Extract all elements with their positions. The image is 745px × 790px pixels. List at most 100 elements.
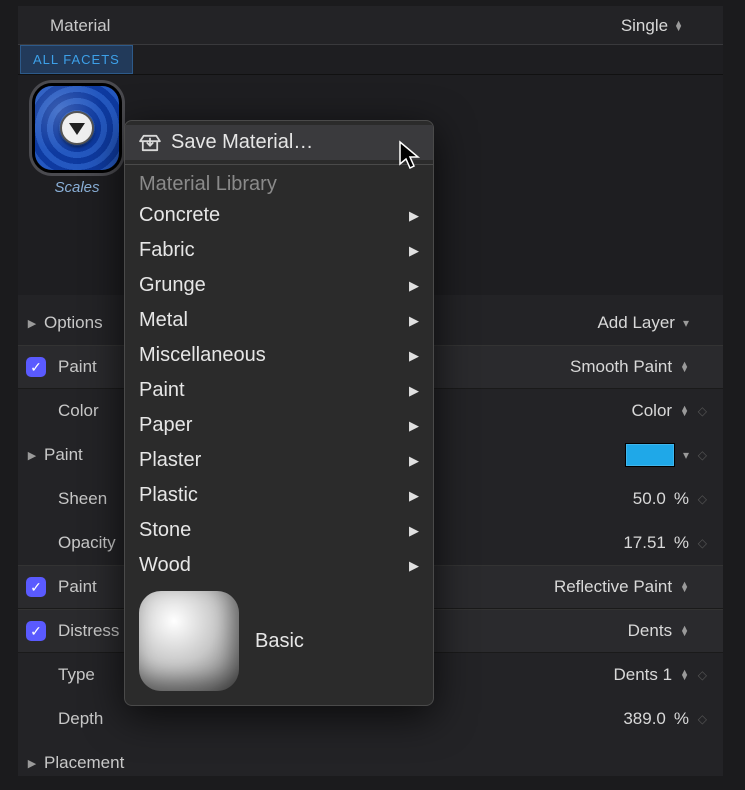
updown-icon: ▲▼ (680, 362, 689, 372)
depth-label: Depth (58, 709, 103, 729)
keyframe-diamond-icon[interactable]: ◇ (698, 712, 707, 726)
menu-item-label: Wood (139, 554, 191, 577)
menu-item-category[interactable]: Plastic ▶ (125, 478, 433, 513)
tab-all-facets[interactable]: ALL FACETS (20, 45, 133, 74)
menu-item-category[interactable]: Wood ▶ (125, 548, 433, 583)
paint-1-value-popup[interactable]: Smooth Paint ▲▼ (570, 357, 713, 377)
menu-item-basic[interactable]: Basic (125, 583, 433, 691)
paint-2-value-popup[interactable]: Reflective Paint ▲▼ (554, 577, 713, 597)
material-label: Material (50, 16, 110, 36)
keyframe-diamond-icon[interactable]: ◇ (698, 668, 707, 682)
percent-unit: % (674, 709, 689, 729)
color-mode-value: Color (631, 401, 672, 421)
checkbox-paint-1[interactable]: ✓ (26, 357, 46, 377)
distress-value-popup[interactable]: Dents ▲▼ (628, 621, 713, 641)
checkbox-distress[interactable]: ✓ (26, 621, 46, 641)
menu-item-label: Paper (139, 414, 192, 437)
material-context-menu: Save Material… Material Library Concrete… (124, 120, 434, 706)
menu-item-label: Plaster (139, 449, 201, 472)
updown-icon: ▲▼ (680, 626, 689, 636)
submenu-arrow-icon: ▶ (409, 313, 419, 329)
facets-tab-bar: ALL FACETS (18, 44, 723, 75)
menu-separator (125, 164, 433, 165)
distress-value: Dents (628, 621, 672, 641)
paint-2-label: Paint (58, 577, 97, 597)
submenu-arrow-icon: ▶ (409, 488, 419, 504)
menu-item-label: Metal (139, 309, 188, 332)
scrollbar[interactable] (707, 8, 721, 774)
add-layer-label: Add Layer (597, 313, 675, 333)
submenu-arrow-icon: ▶ (409, 278, 419, 294)
submenu-arrow-icon: ▶ (409, 348, 419, 364)
material-swatch-tile[interactable] (32, 83, 122, 173)
paint-1-label: Paint (58, 357, 97, 377)
menu-item-category[interactable]: Paint ▶ (125, 373, 433, 408)
menu-item-label: Paint (139, 379, 185, 402)
chevron-down-icon: ▾ (683, 448, 689, 462)
menu-item-category[interactable]: Concrete ▶ (125, 198, 433, 233)
disclosure-icon[interactable]: ▶ (24, 317, 40, 330)
disclosure-icon[interactable]: ▶ (24, 757, 40, 770)
menu-item-label: Miscellaneous (139, 344, 266, 367)
menu-heading: Material Library (125, 169, 433, 198)
distress-label: Distress (58, 621, 119, 641)
chevron-down-icon (69, 123, 85, 135)
menu-item-label: Fabric (139, 239, 195, 262)
submenu-arrow-icon: ▶ (409, 208, 419, 224)
opacity-label: Opacity (58, 533, 116, 553)
menu-item-save-material[interactable]: Save Material… (125, 125, 433, 160)
submenu-arrow-icon: ▶ (409, 243, 419, 259)
material-swatch-label: Scales (28, 179, 126, 196)
row-placement: ▶ Placement (18, 741, 723, 785)
paint-1-value: Smooth Paint (570, 357, 672, 377)
color-label: Color (58, 401, 99, 421)
add-layer-popup[interactable]: Add Layer ▾ (597, 313, 713, 333)
menu-item-category[interactable]: Paper ▶ (125, 408, 433, 443)
updown-icon: ▲▼ (680, 582, 689, 592)
menu-item-category[interactable]: Grunge ▶ (125, 268, 433, 303)
checkbox-paint-2[interactable]: ✓ (26, 577, 46, 597)
paint-2-value: Reflective Paint (554, 577, 672, 597)
type-label: Type (58, 665, 95, 685)
submenu-arrow-icon: ▶ (409, 418, 419, 434)
submenu-arrow-icon: ▶ (409, 453, 419, 469)
color-swatch[interactable] (625, 443, 675, 467)
material-swatch[interactable]: Scales (28, 83, 126, 196)
menu-item-label: Plastic (139, 484, 198, 507)
keyframe-diamond-icon[interactable]: ◇ (698, 492, 707, 506)
sheen-label: Sheen (58, 489, 107, 509)
keyframe-diamond-icon[interactable]: ◇ (698, 448, 707, 462)
basic-material-thumb (139, 591, 239, 691)
material-mode-value: Single (621, 16, 668, 36)
keyframe-diamond-icon[interactable]: ◇ (698, 536, 707, 550)
opacity-value: 17.51 (623, 533, 666, 553)
menu-item-category[interactable]: Miscellaneous ▶ (125, 338, 433, 373)
paint-color-label: Paint (44, 445, 83, 465)
menu-item-category[interactable]: Plaster ▶ (125, 443, 433, 478)
menu-item-label: Stone (139, 519, 191, 542)
updown-icon: ▲▼ (674, 21, 683, 31)
depth-value: 389.0 (623, 709, 666, 729)
keyframe-diamond-icon[interactable]: ◇ (698, 404, 707, 418)
sheen-value: 50.0 (633, 489, 666, 509)
chevron-down-icon: ▾ (683, 316, 689, 330)
menu-item-category[interactable]: Stone▶ (125, 513, 433, 548)
type-value: Dents 1 (613, 665, 672, 685)
percent-unit: % (674, 533, 689, 553)
disclosure-icon[interactable]: ▶ (24, 449, 40, 462)
placement-label: Placement (44, 753, 124, 773)
menu-item-label: Concrete (139, 204, 220, 227)
updown-icon: ▲▼ (680, 406, 689, 416)
menu-item-label: Grunge (139, 274, 206, 297)
submenu-arrow-icon: ▶ (409, 383, 419, 399)
menu-item-category[interactable]: Metal ▶ (125, 303, 433, 338)
save-icon (139, 134, 161, 152)
options-label: Options (44, 313, 103, 333)
submenu-arrow-icon: ▶ (409, 558, 419, 574)
material-header: Material Single ▲▼ (18, 6, 723, 44)
updown-icon: ▲▼ (680, 670, 689, 680)
material-mode-popup[interactable]: Single ▲▼ (621, 16, 683, 36)
menu-item-save-label: Save Material… (171, 131, 313, 154)
menu-item-category[interactable]: Fabric ▶ (125, 233, 433, 268)
percent-unit: % (674, 489, 689, 509)
